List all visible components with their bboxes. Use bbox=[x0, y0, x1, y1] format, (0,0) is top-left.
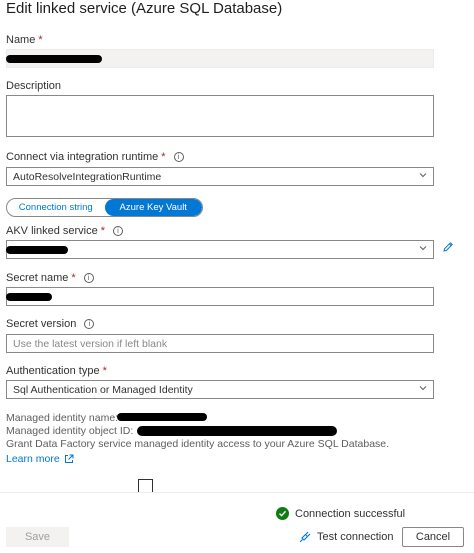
connection-status: Connection successful bbox=[276, 507, 405, 520]
auth-type-label: Authentication type * bbox=[6, 365, 107, 377]
name-label: Name * bbox=[6, 34, 43, 46]
name-label-text: Name bbox=[6, 34, 36, 46]
redacted-secret-name bbox=[6, 293, 52, 301]
description-label-text: Description bbox=[6, 80, 62, 92]
auth-type-select[interactable]: Sql Authentication or Managed Identity bbox=[6, 380, 434, 399]
edit-pencil-icon[interactable] bbox=[442, 241, 454, 253]
chevron-down-icon bbox=[419, 173, 427, 178]
runtime-label: Connect via integration runtime * i bbox=[6, 151, 184, 163]
required-mark: * bbox=[161, 151, 166, 163]
akv-select[interactable] bbox=[6, 240, 434, 259]
save-button[interactable]: Save bbox=[6, 527, 69, 547]
redacted-name bbox=[6, 55, 102, 63]
managed-identity-name-label: Managed identity name: bbox=[6, 412, 119, 424]
secret-version-placeholder: Use the latest version if left blank bbox=[13, 337, 168, 350]
runtime-select-value: AutoResolveIntegrationRuntime bbox=[13, 170, 162, 183]
info-icon[interactable]: i bbox=[84, 319, 95, 329]
runtime-select[interactable]: AutoResolveIntegrationRuntime bbox=[6, 167, 434, 186]
external-link-icon bbox=[64, 454, 74, 463]
secret-version-label-text: Secret version bbox=[6, 318, 77, 330]
toggle-connection-string[interactable]: Connection string bbox=[7, 199, 105, 216]
info-icon[interactable]: i bbox=[113, 226, 123, 236]
secret-name-label-text: Secret name bbox=[6, 272, 69, 284]
chevron-down-icon bbox=[419, 246, 427, 251]
chevron-down-icon bbox=[419, 386, 427, 391]
secret-version-label: Secret version i bbox=[6, 318, 95, 330]
cancel-button[interactable]: Cancel bbox=[402, 527, 464, 547]
footer-bar: Connection successful Save Test connecti… bbox=[0, 492, 474, 553]
required-mark: * bbox=[102, 365, 107, 377]
test-connection-button[interactable]: Test connection bbox=[298, 527, 394, 547]
secret-name-label: Secret name * i bbox=[6, 272, 94, 284]
akv-label: AKV linked service * i bbox=[6, 225, 123, 237]
plug-icon bbox=[299, 531, 311, 542]
required-mark: * bbox=[38, 34, 43, 46]
redacted-akv bbox=[6, 246, 68, 254]
akv-label-text: AKV linked service bbox=[6, 225, 98, 237]
required-mark: * bbox=[100, 225, 105, 237]
secret-name-input[interactable] bbox=[6, 287, 434, 306]
description-label: Description bbox=[6, 80, 61, 92]
redacted-identity-name bbox=[117, 413, 207, 421]
connection-status-text: Connection successful bbox=[295, 507, 406, 520]
toggle-azure-key-vault[interactable]: Azure Key Vault bbox=[104, 199, 202, 216]
auth-type-select-value: Sql Authentication or Managed Identity bbox=[13, 383, 193, 396]
grant-access-text: Grant Data Factory service managed ident… bbox=[6, 438, 390, 450]
checkmark-circle-icon bbox=[276, 507, 289, 520]
learn-more-link[interactable]: Learn more bbox=[6, 453, 74, 465]
required-mark: * bbox=[71, 272, 76, 284]
learn-more-text: Learn more bbox=[6, 453, 60, 465]
panel-title: Edit linked service (Azure SQL Database) bbox=[6, 0, 283, 17]
runtime-label-text: Connect via integration runtime bbox=[6, 151, 159, 163]
info-icon[interactable]: i bbox=[173, 152, 184, 162]
description-textarea[interactable] bbox=[6, 95, 434, 137]
info-icon[interactable]: i bbox=[83, 273, 94, 283]
managed-identity-object-id-label: Managed identity object ID: bbox=[6, 425, 134, 437]
redacted-object-id bbox=[137, 426, 337, 436]
test-connection-label: Test connection bbox=[317, 531, 394, 543]
auth-mode-toggle: Connection string Azure Key Vault bbox=[6, 198, 203, 217]
auth-type-label-text: Authentication type bbox=[6, 365, 100, 377]
secret-version-input[interactable]: Use the latest version if left blank bbox=[6, 334, 434, 353]
